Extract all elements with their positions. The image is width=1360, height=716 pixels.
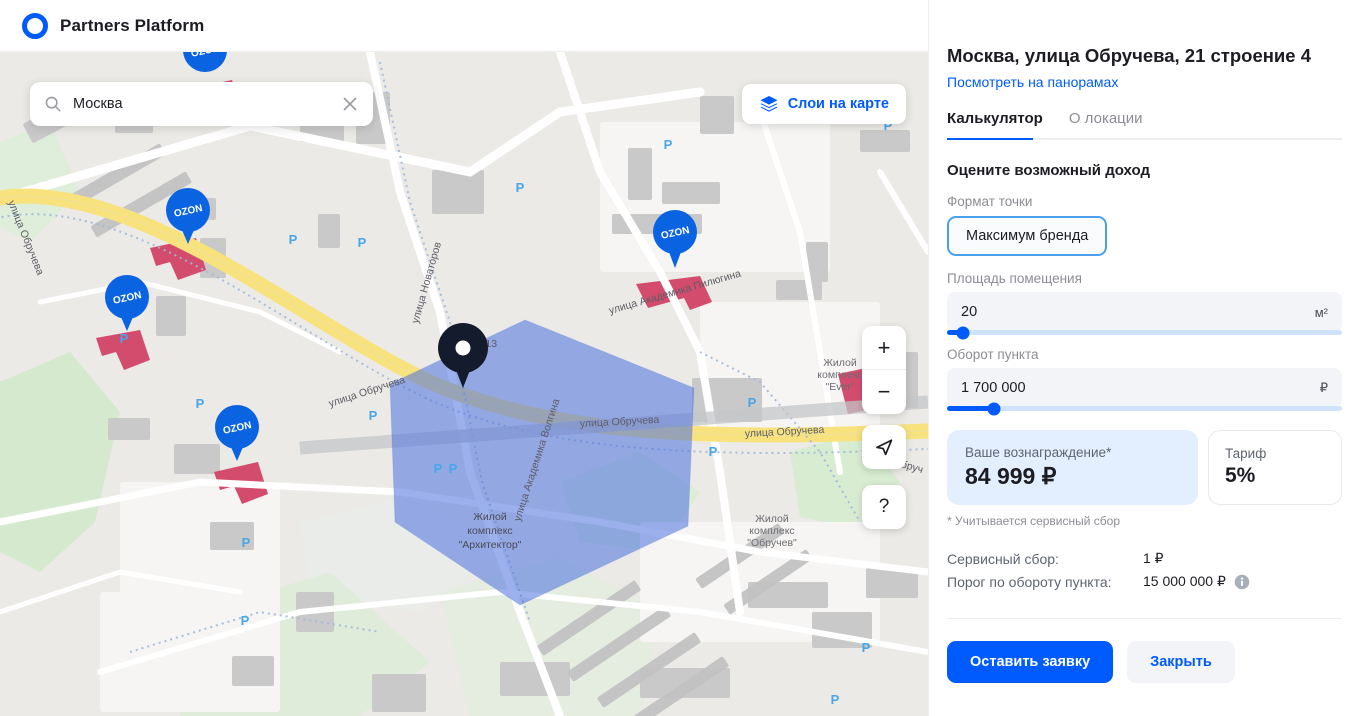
point-format-label: Формат точки [947, 194, 1033, 210]
svg-text:P: P [196, 396, 205, 411]
turnover-value[interactable]: 1 700 000 [961, 380, 1026, 396]
svg-text:P: P [434, 461, 443, 476]
locate-me-button[interactable] [862, 425, 906, 469]
area-input-row[interactable]: 20 м² [947, 292, 1342, 340]
tab-calculator[interactable]: Калькулятор [947, 110, 1043, 138]
search-input[interactable]: Москва [73, 96, 341, 112]
close-button[interactable]: Закрыть [1127, 641, 1235, 684]
brand-title: Partners Platform [60, 15, 205, 35]
map-side: Partners Platform ГСК-13 Жилой комплекс … [0, 0, 928, 716]
svg-text:P: P [709, 444, 718, 459]
navigation-arrow-icon [876, 439, 893, 456]
svg-text:комплекс: комплекс [467, 525, 512, 537]
svg-text:P: P [831, 692, 840, 707]
turnover-unit: ₽ [1319, 380, 1328, 396]
svg-text:Жилой: Жилой [823, 357, 857, 369]
tariff-caption: Тариф [1225, 446, 1267, 462]
panorama-link[interactable]: Посмотреть на панорамах [947, 74, 1342, 90]
svg-text:P: P [748, 395, 757, 410]
submit-request-button[interactable]: Оставить заявку [947, 641, 1114, 684]
svg-text:P: P [664, 137, 673, 152]
page-title: Москва, улица Обручева, 21 строение 4 [947, 45, 1312, 66]
svg-text:P: P [120, 331, 129, 346]
service-fee-value: 1 ₽ [1143, 550, 1164, 567]
svg-text:"Ever": "Ever" [825, 381, 854, 393]
area-value[interactable]: 20 [961, 304, 977, 320]
point-format-chip[interactable]: Максимум бренда [947, 216, 1108, 257]
app-root: Partners Platform ГСК-13 Жилой комплекс … [0, 0, 1360, 716]
search-box[interactable]: Москва [30, 82, 373, 126]
svg-text:P: P [369, 408, 378, 423]
map-layers-label: Слои на карте [787, 96, 889, 112]
fee-row: Сервисный сбор: 1 ₽ [947, 550, 1342, 567]
ozon-ring-logo-icon [22, 12, 48, 39]
info-circle-icon[interactable] [1234, 574, 1250, 590]
zoom-out-button[interactable]: − [862, 370, 906, 414]
close-icon[interactable] [341, 95, 359, 113]
section-title: Оцените возможный доход [947, 162, 1150, 180]
reward-card: Ваше вознаграждение* 84 999 ₽ [947, 430, 1198, 506]
turnover-threshold-label: Порог по обороту пункта: [947, 573, 1112, 590]
turnover-slider-thumb[interactable] [987, 402, 1001, 416]
area-unit: м² [1314, 304, 1328, 320]
svg-text:P: P [242, 535, 251, 550]
svg-text:"Обручев": "Обручев" [747, 537, 797, 549]
tariff-amount: 5% [1225, 464, 1256, 488]
turnover-threshold-value: 15 000 000 ₽ [1143, 573, 1226, 590]
app-header: Partners Platform [0, 0, 928, 52]
reward-amount: 84 999 ₽ [965, 463, 1057, 490]
reward-caption: Ваше вознаграждение* [965, 445, 1112, 461]
svg-text:ГСК-13: ГСК-13 [463, 338, 497, 350]
svg-text:Жилой: Жилой [755, 513, 789, 525]
service-fee-label: Сервисный сбор: [947, 550, 1059, 567]
map-zoom-controls[interactable]: + − [862, 326, 906, 414]
svg-text:P: P [358, 235, 367, 250]
map-help-button[interactable]: ? [862, 485, 906, 529]
svg-text:Жилой: Жилой [473, 511, 507, 523]
panel-divider [947, 618, 1342, 620]
area-label: Площадь помещения [947, 271, 1082, 287]
svg-text:P: P [449, 461, 458, 476]
fee-row: Порог по обороту пункта: 15 000 000 ₽ [947, 573, 1342, 590]
map-layers-button[interactable]: Слои на карте [741, 84, 906, 124]
area-slider[interactable] [947, 326, 1342, 340]
layers-icon [760, 96, 778, 112]
tariff-card: Тариф 5% [1208, 430, 1342, 506]
svg-text:P: P [516, 180, 525, 195]
zoom-in-button[interactable]: + [862, 326, 906, 370]
panel-tabs: Калькулятор О локации [947, 110, 1342, 138]
turnover-label: Оборот пункта [947, 347, 1039, 363]
search-icon [45, 96, 61, 112]
panel-actions: Оставить заявку Закрыть [947, 641, 1342, 684]
svg-text:P: P [862, 640, 871, 655]
details-panel: Москва, улица Обручева, 21 строение 4 По… [928, 0, 1360, 716]
svg-text:комплекс: комплекс [817, 369, 862, 381]
map-tiles: ГСК-13 Жилой комплекс "Архитектор" Жилой… [0, 52, 928, 716]
result-cards: Ваше вознаграждение* 84 999 ₽ Тариф 5% [947, 430, 1342, 506]
svg-text:комплекс: комплекс [749, 525, 794, 537]
reward-footnote: * Учитывается сервисный сбор [947, 514, 1121, 529]
turnover-slider[interactable] [947, 402, 1342, 416]
tabs-underline [947, 138, 1342, 141]
tab-about-location[interactable]: О локации [1069, 110, 1143, 138]
turnover-input-row[interactable]: 1 700 000 ₽ [947, 368, 1342, 416]
svg-text:"Архитектор": "Архитектор" [459, 539, 522, 551]
map-canvas[interactable]: ГСК-13 Жилой комплекс "Архитектор" Жилой… [0, 52, 928, 716]
svg-text:P: P [289, 232, 298, 247]
area-slider-thumb[interactable] [956, 326, 970, 340]
svg-text:P: P [241, 613, 250, 628]
fees-block: Сервисный сбор: 1 ₽ Порог по обороту пун… [947, 550, 1342, 596]
